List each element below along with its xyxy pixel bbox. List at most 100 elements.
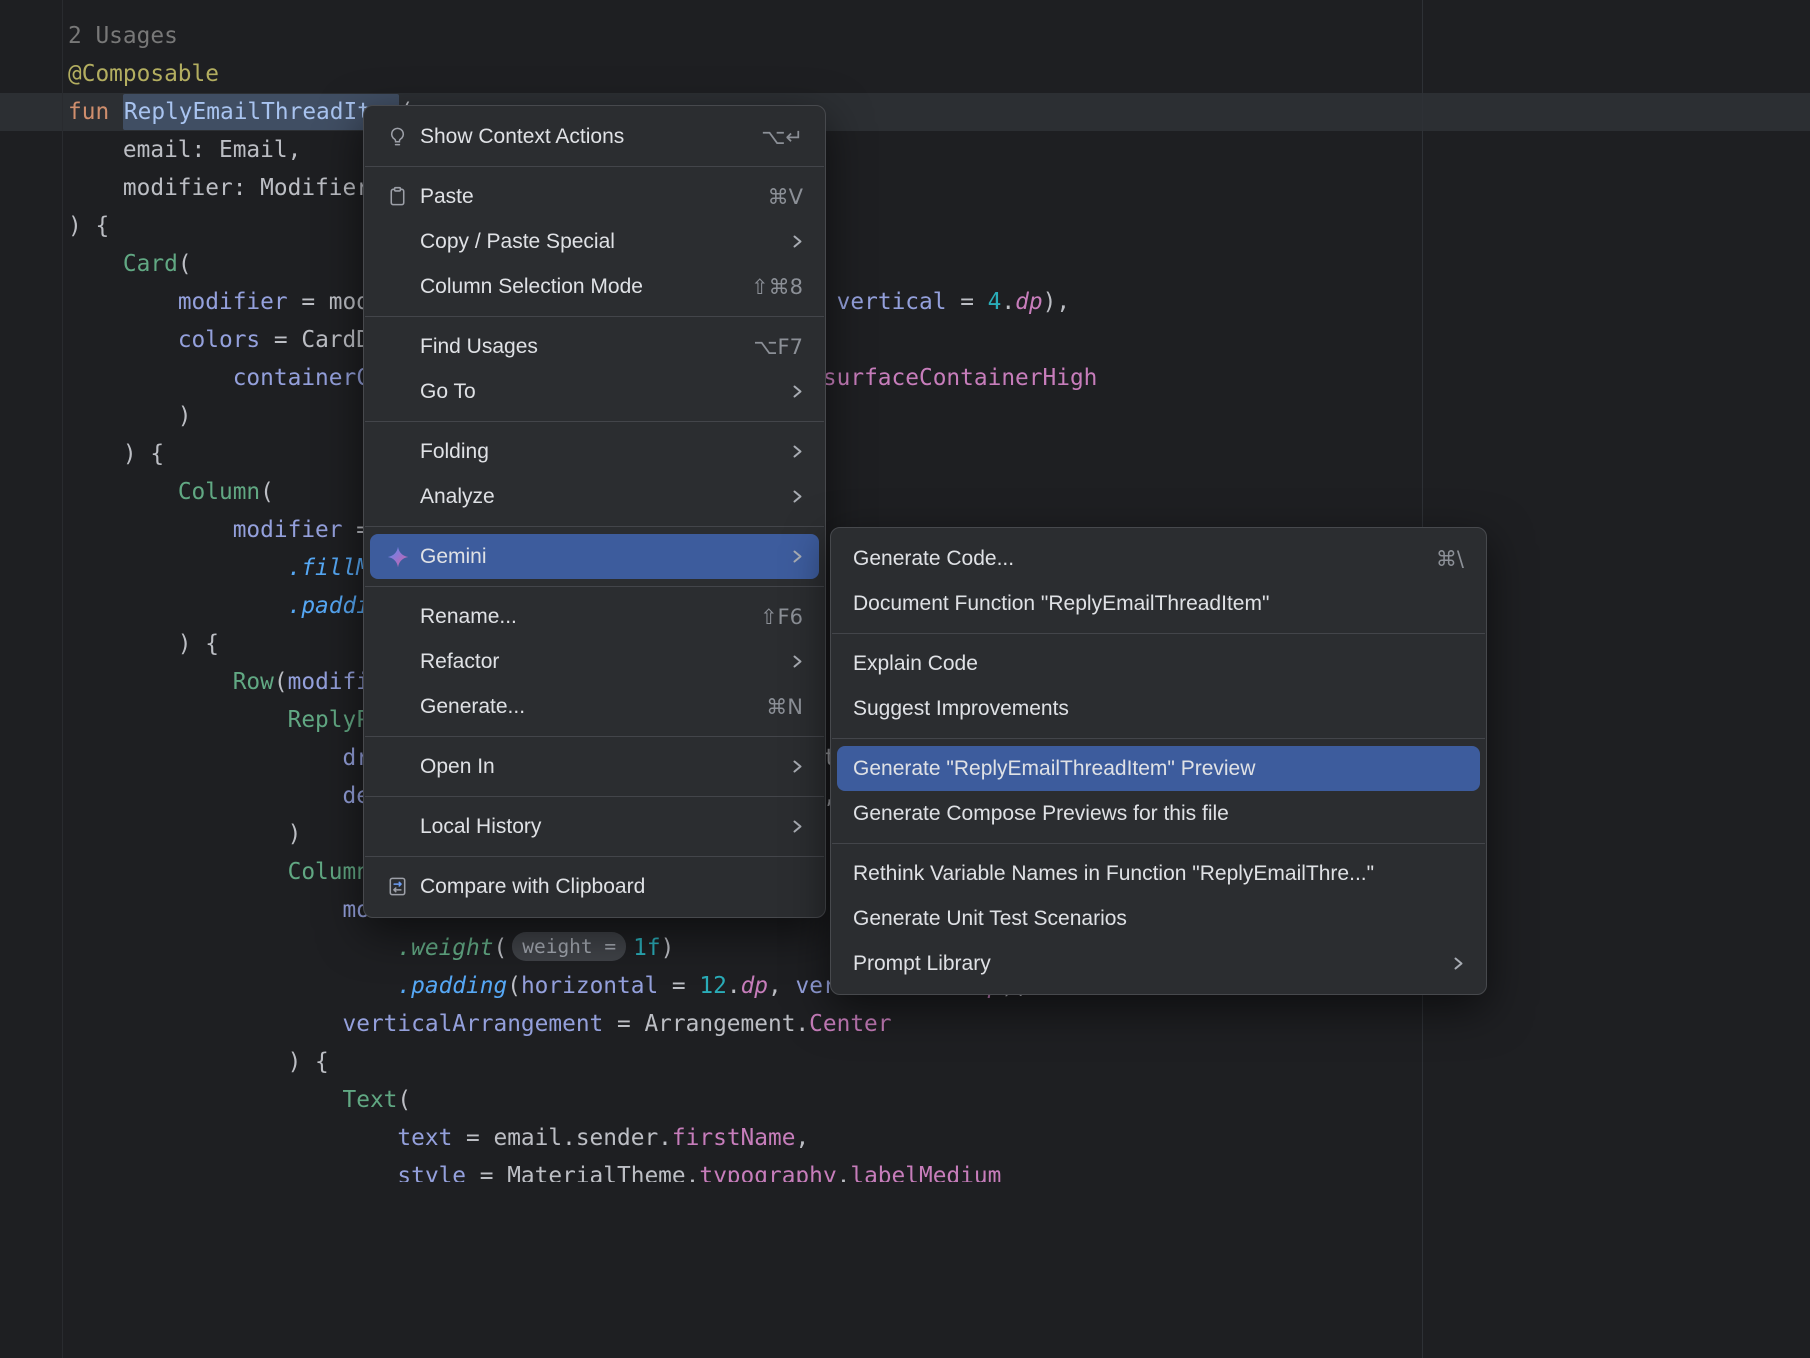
menu-separator: [365, 316, 824, 317]
code-line[interactable]: ) {: [0, 1043, 1810, 1081]
code-token: 12: [699, 973, 726, 999]
chevron-right-icon: [792, 818, 803, 835]
menu-item-prompt-library[interactable]: Prompt Library: [837, 941, 1480, 986]
menu-item-label: Show Context Actions: [420, 125, 735, 149]
menu-item-shortcut: ⌥F7: [753, 335, 803, 359]
chevron-right-icon: [1453, 955, 1464, 972]
code-line-caret[interactable]: fun ReplyEmailThreadItem(: [0, 93, 1810, 131]
menu-item-label: Explain Code: [853, 652, 1464, 676]
code-line[interactable]: ): [0, 397, 1810, 435]
code-line[interactable]: Card(: [0, 245, 1810, 283]
code-line[interactable]: ) {: [0, 435, 1810, 473]
menu-item-shortcut: ⌘N: [766, 695, 803, 719]
menu-item-rethink-variable-names-in-function-replyemailthre[interactable]: Rethink Variable Names in Function "Repl…: [837, 851, 1480, 896]
menu-item-gemini[interactable]: Gemini: [370, 534, 819, 579]
menu-item-open-in[interactable]: Open In: [370, 744, 819, 789]
menu-item-label: Suggest Improvements: [853, 697, 1464, 721]
menu-item-label: Generate Unit Test Scenarios: [853, 907, 1464, 931]
code-token: ),: [1043, 289, 1070, 315]
code-token: Center: [809, 1011, 891, 1037]
code-line[interactable]: Text(: [0, 1081, 1810, 1119]
menu-item-find-usages[interactable]: Find Usages⌥F7: [370, 324, 819, 369]
code-token: ) {: [68, 441, 164, 467]
code-line[interactable]: containerColor = MaterialTheme.colorSche…: [0, 359, 1810, 397]
code-token: ): [661, 935, 675, 961]
code-line[interactable]: modifier: Modifier = Modifier: [0, 169, 1810, 207]
menu-item-label: Copy / Paste Special: [420, 230, 766, 254]
menu-item-shortcut: ⌥↵: [761, 125, 803, 149]
code-token: typography: [699, 1163, 836, 1182]
menu-item-label: Analyze: [420, 485, 766, 509]
code-line[interactable]: Column(: [0, 473, 1810, 511]
menu-item-label: Refactor: [420, 650, 766, 674]
menu-item-generate-replyemailthreaditem-preview[interactable]: Generate "ReplyEmailThreadItem" Preview: [837, 746, 1480, 791]
menu-item-folding[interactable]: Folding: [370, 429, 819, 474]
code-line[interactable]: style = MaterialTheme.typography.labelMe…: [0, 1157, 1810, 1182]
menu-item-compare-with-clipboard[interactable]: Compare with Clipboard: [370, 864, 819, 909]
menu-item-generate-unit-test-scenarios[interactable]: Generate Unit Test Scenarios: [837, 896, 1480, 941]
code-token: [68, 859, 288, 885]
paste-icon: [386, 185, 420, 208]
code-token: (: [260, 479, 274, 505]
code-token: @Composable: [68, 61, 219, 87]
menu-item-local-history[interactable]: Local History: [370, 804, 819, 849]
menu-item-label: Prompt Library: [853, 952, 1427, 976]
code-token: .: [1001, 289, 1015, 315]
chevron-right-icon: [792, 653, 803, 670]
code-token: 2 Usages: [68, 23, 178, 49]
code-line[interactable]: colors = CardDefaults.cardColors(: [0, 321, 1810, 359]
menu-item-refactor[interactable]: Refactor: [370, 639, 819, 684]
code-token: ,: [795, 1125, 809, 1151]
code-token: 4: [988, 289, 1002, 315]
code-line[interactable]: email: Email,: [0, 131, 1810, 169]
code-token: [68, 707, 288, 733]
code-token: modifier: [233, 517, 343, 543]
menu-item-generate[interactable]: Generate...⌘N: [370, 684, 819, 729]
code-line[interactable]: text = email.sender.firstName,: [0, 1119, 1810, 1157]
code-token: ): [68, 821, 301, 847]
code-token: [68, 669, 233, 695]
menu-item-go-to[interactable]: Go To: [370, 369, 819, 414]
code-token: [68, 897, 343, 923]
menu-item-suggest-improvements[interactable]: Suggest Improvements: [837, 686, 1480, 731]
menu-item-explain-code[interactable]: Explain Code: [837, 641, 1480, 686]
menu-item-paste[interactable]: Paste⌘V: [370, 174, 819, 219]
menu-item-copy-paste-special[interactable]: Copy / Paste Special: [370, 219, 819, 264]
menu-item-show-context-actions[interactable]: Show Context Actions ⌥↵: [370, 114, 819, 159]
menu-item-label: Folding: [420, 440, 766, 464]
code-token: [68, 1163, 397, 1182]
code-line[interactable]: 2 Usages: [0, 17, 1810, 55]
code-line[interactable]: @Composable: [0, 55, 1810, 93]
chevron-right-icon: [792, 758, 803, 775]
menu-item-document-function-replyemailthreaditem[interactable]: Document Function "ReplyEmailThreadItem": [837, 581, 1480, 626]
code-line[interactable]: verticalArrangement = Arrangement.Center: [0, 1005, 1810, 1043]
code-token: [68, 1125, 397, 1151]
menu-item-column-selection-mode[interactable]: Column Selection Mode⇧⌘8: [370, 264, 819, 309]
code-token: (: [493, 935, 507, 961]
gemini-icon: [386, 545, 420, 569]
menu-item-rename[interactable]: Rename... ⇧F6: [370, 594, 819, 639]
code-line[interactable]: modifier = modifier.padding(horizontal =…: [0, 283, 1810, 321]
menu-item-generate-code[interactable]: Generate Code...⌘\: [837, 536, 1480, 581]
code-token: ,: [768, 973, 795, 999]
menu-item-analyze[interactable]: Analyze: [370, 474, 819, 519]
menu-item-label: Rename...: [420, 605, 734, 629]
code-token: .: [837, 1163, 851, 1182]
code-token: .padding: [397, 973, 507, 999]
code-token: colors: [178, 327, 260, 353]
code-token: ) {: [68, 1049, 329, 1075]
code-token: Card: [123, 251, 178, 277]
code-token: email: Email,: [68, 137, 301, 163]
code-token: [68, 479, 178, 505]
parameter-inlay-hint: weight =: [512, 932, 626, 961]
menu-item-generate-compose-previews-for-this-file[interactable]: Generate Compose Previews for this file: [837, 791, 1480, 836]
menu-item-label: Local History: [420, 815, 766, 839]
code-line[interactable]: ) {: [0, 207, 1810, 245]
menu-item-label: Document Function "ReplyEmailThreadItem": [853, 592, 1464, 616]
menu-separator: [365, 421, 824, 422]
menu-item-shortcut: ⇧F6: [760, 605, 803, 629]
code-token: [68, 555, 288, 581]
code-token: [68, 365, 233, 391]
gutter-divider: [62, 0, 63, 1358]
code-token: Column: [178, 479, 260, 505]
